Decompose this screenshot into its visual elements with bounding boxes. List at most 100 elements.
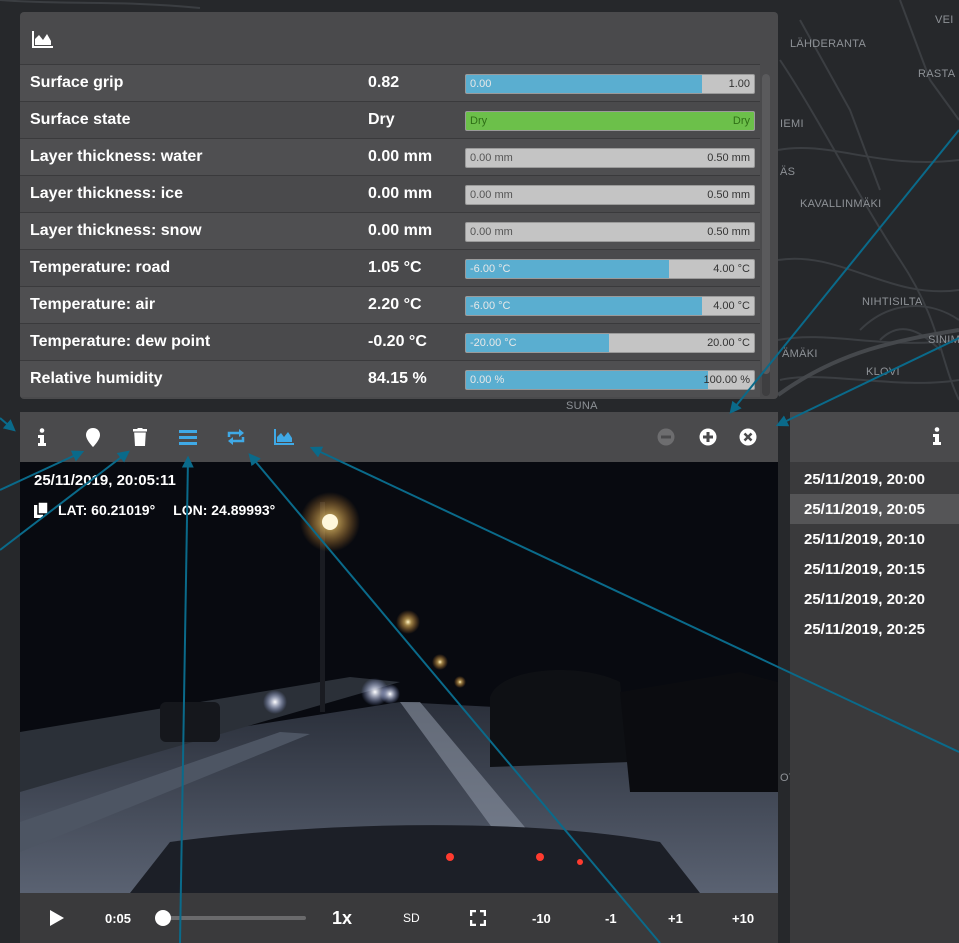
sensor-bar-min: -20.00 °C: [470, 337, 517, 349]
video-timestamp: 25/11/2019, 20:05:11: [34, 472, 176, 489]
map-label: ÄS: [780, 166, 796, 178]
timestamp-list: 25/11/2019, 20:00 25/11/2019, 20:05 25/11/…: [790, 462, 959, 644]
sensor-label: Layer thickness: snow: [30, 222, 202, 239]
timestamp-list-panel: 25/11/2019, 20:00 25/11/2019, 20:05 25/11/…: [790, 412, 959, 943]
skip-back-10-button[interactable]: -10: [532, 893, 551, 943]
sensor-bar-fill: [466, 112, 754, 130]
sensor-bar: Dry Dry: [465, 111, 755, 131]
skip-back-1-button[interactable]: -1: [605, 893, 617, 943]
map-label: VEI: [935, 14, 954, 26]
sensor-bar: 0.00 % 100.00 %: [465, 370, 755, 390]
sensor-label: Surface grip: [30, 74, 124, 91]
sensor-bar-min: 0.00 mm: [470, 189, 513, 201]
sensor-bar-max: 20.00 °C: [707, 337, 750, 349]
skip-fwd-10-button[interactable]: +10: [732, 893, 754, 943]
sensor-label: Temperature: air: [30, 296, 156, 313]
sensor-row: Surface grip 0.82 0.00 1.00: [20, 64, 760, 101]
sensor-value: 1.05 °C: [368, 259, 422, 276]
skip-fwd-1-button[interactable]: +1: [668, 893, 683, 943]
list-item[interactable]: 25/11/2019, 20:05: [790, 494, 959, 524]
sensor-bar: -6.00 °C 4.00 °C: [465, 259, 755, 279]
sensor-value: 0.00 mm: [368, 148, 433, 165]
sensor-value: 84.15 %: [368, 370, 427, 387]
sensor-bar: 0.00 mm 0.50 mm: [465, 185, 755, 205]
sensor-bar-max: Dry: [732, 115, 750, 127]
sensor-value: 0.82: [368, 74, 400, 91]
sensor-bar-min: -6.00 °C: [470, 263, 511, 275]
progress-knob[interactable]: [155, 910, 171, 926]
map-label: SUNA: [566, 400, 598, 412]
sensor-value: 0.00 mm: [368, 222, 433, 239]
sensor-bar-max: 0.50 mm: [707, 226, 750, 238]
sensor-bar-max: 0.50 mm: [707, 189, 750, 201]
map-label: ÄMÄKI: [782, 348, 818, 360]
map-label: LÄHDERANTA: [790, 38, 867, 50]
list-item[interactable]: 25/11/2019, 20:25: [790, 614, 959, 644]
trash-icon[interactable]: [130, 427, 150, 447]
video-coordinates: LAT: 60.21019° LON: 24.89993°: [34, 502, 275, 518]
sensor-bar-max: 1.00: [728, 78, 750, 90]
sensor-bar: 0.00 1.00: [465, 74, 755, 94]
sensor-bar-min: Dry: [470, 115, 488, 127]
sensor-bar-fill: [466, 75, 703, 93]
sensor-label: Relative humidity: [30, 370, 163, 387]
map-marker-icon[interactable]: [83, 427, 103, 447]
speed-button[interactable]: 1x: [332, 893, 352, 943]
latitude-text: LAT: 60.21019°: [58, 502, 156, 518]
sensor-panel: Surface grip 0.82 0.00 1.00 Surface state Dry…: [20, 12, 778, 399]
repeat-icon[interactable]: [226, 427, 246, 447]
info-icon[interactable]: [32, 427, 52, 447]
video-panel: 25/11/2019, 20:05:11 LAT: 60.21019° LON:…: [20, 412, 778, 943]
map-label: SINIM: [928, 334, 959, 346]
longitude-text: LON: 24.89993°: [173, 502, 276, 518]
video-toolbar: [20, 412, 778, 462]
playback-time: 0:05: [105, 910, 132, 926]
sensor-scrollbar-thumb[interactable]: [762, 74, 770, 374]
zoom-out-icon: [656, 427, 676, 447]
map-label: KAVALLINMÄKI: [800, 198, 882, 210]
sensor-bar-max: 100.00 %: [703, 374, 750, 386]
sensor-value: 0.00 mm: [368, 185, 433, 202]
sensor-rows: Surface grip 0.82 0.00 1.00 Surface state Dry…: [20, 64, 760, 397]
list-item[interactable]: 25/11/2019, 20:00: [790, 464, 959, 494]
sensor-row: Layer thickness: water 0.00 mm 0.00 mm 0.50…: [20, 138, 760, 175]
sensor-value: Dry: [368, 111, 395, 128]
sensor-scrollbar[interactable]: [762, 74, 770, 396]
sensor-label: Layer thickness: water: [30, 148, 203, 165]
sensor-row: Relative humidity 84.15 % 0.00 % 100.00 %: [20, 360, 760, 397]
sensor-bar: 0.00 mm 0.50 mm: [465, 222, 755, 242]
play-icon[interactable]: [50, 893, 64, 943]
list-icon[interactable]: [178, 427, 198, 447]
zoom-in-icon[interactable]: [698, 427, 718, 447]
area-chart-icon[interactable]: [32, 30, 54, 48]
sensor-panel-header: [20, 12, 778, 64]
sensor-bar: -6.00 °C 4.00 °C: [465, 296, 755, 316]
map-label: IEMI: [780, 118, 804, 130]
sensor-bar-min: -6.00 °C: [470, 300, 511, 312]
quality-button[interactable]: SD: [403, 893, 420, 943]
list-item[interactable]: 25/11/2019, 20:20: [790, 584, 959, 614]
sensor-label: Temperature: dew point: [30, 333, 211, 350]
sensor-label: Temperature: road: [30, 259, 171, 276]
sensor-row: Temperature: air 2.20 °C -6.00 °C 4.00 °C: [20, 286, 760, 323]
sensor-bar-min: 0.00 %: [470, 374, 505, 386]
list-item[interactable]: 25/11/2019, 20:10: [790, 524, 959, 554]
map-label: NIHTISILTA: [862, 296, 923, 308]
close-icon[interactable]: [738, 427, 758, 447]
sensor-bar: -20.00 °C 20.00 °C: [465, 333, 755, 353]
sensor-row: Temperature: road 1.05 °C -6.00 °C 4.00 °C: [20, 249, 760, 286]
map-label: RASTA: [918, 68, 956, 80]
sensor-bar: 0.00 mm 0.50 mm: [465, 148, 755, 168]
sensor-value: 2.20 °C: [368, 296, 422, 313]
video-frame[interactable]: 25/11/2019, 20:05:11 LAT: 60.21019° LON:…: [20, 462, 778, 893]
area-chart-icon[interactable]: [274, 427, 294, 447]
copy-icon[interactable]: [34, 502, 48, 518]
progress-slider[interactable]: [155, 893, 306, 943]
video-controls: 0:05 1x SD -10 -1 +1 +10: [20, 893, 778, 943]
sensor-label: Surface state: [30, 111, 131, 128]
info-icon[interactable]: [932, 427, 942, 450]
list-item[interactable]: 25/11/2019, 20:15: [790, 554, 959, 584]
fullscreen-icon[interactable]: [470, 893, 486, 943]
sensor-bar-max: 0.50 mm: [707, 152, 750, 164]
sensor-bar-min: 0.00 mm: [470, 226, 513, 238]
